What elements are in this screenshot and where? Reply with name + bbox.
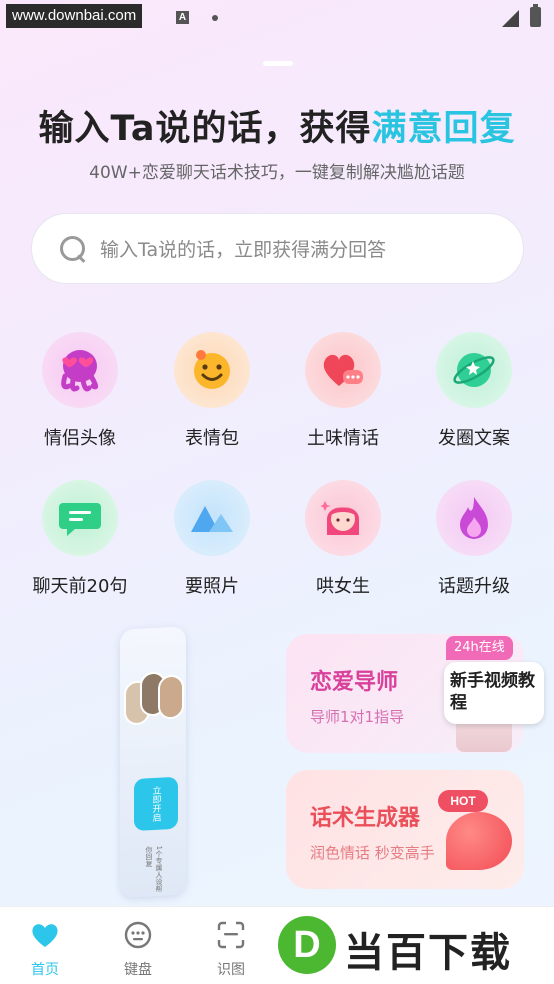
smiley-icon [174, 332, 250, 408]
tab-image-recognition[interactable]: 识图 [186, 907, 276, 984]
card-subtitle: 润色情话 秒变高手 [310, 844, 435, 862]
search-icon [58, 234, 88, 264]
grid-item-moments-copy[interactable]: 发圈文案 [409, 332, 539, 462]
tab-label: 键盘 [124, 962, 152, 978]
grid-label: 发圈文案 [438, 428, 510, 449]
grid-item-ask-photos[interactable]: 要照片 [147, 480, 277, 610]
search-input[interactable]: 输入Ta说的话，立即获得满分回答 [31, 213, 524, 284]
tutorial-button[interactable]: 新手视频教程 [444, 662, 544, 724]
grid-item-stickers[interactable]: 表情包 [147, 332, 277, 462]
avatar [158, 674, 184, 720]
page-subtitle: 40W+恋爱聊天话术技巧，一键复制解决尴尬话题 [89, 163, 465, 183]
grid-label: 哄女生 [316, 576, 370, 597]
title-accent: 满意回复 [371, 109, 516, 149]
hot-badge: HOT [438, 790, 488, 812]
card-subtitle: 导师1对1指导 [310, 708, 405, 726]
tab-label: 识图 [217, 962, 245, 978]
drag-handle[interactable] [263, 61, 293, 66]
title-main: 输入Ta说的话，获得 [38, 109, 372, 149]
start-button[interactable]: 立即开启 [134, 776, 178, 831]
watermark-logo: D 当百下载 [274, 910, 554, 984]
watermark-logo-text: 当百下载 [344, 930, 512, 976]
message-icon [42, 480, 118, 556]
scan-icon [217, 921, 245, 949]
promo-note: 1个专属人设帮你回复 [145, 845, 163, 893]
keyboard-icon [124, 921, 152, 949]
tab-label: 首页 [31, 962, 59, 978]
status-bar: www.downbai.com A [0, 0, 554, 34]
chat-heart-icon [305, 332, 381, 408]
search-placeholder: 输入Ta说的话，立即获得满分回答 [100, 239, 387, 261]
card-title: 话术生成器 [310, 806, 421, 831]
octopus-icon [42, 332, 118, 408]
signal-icon [502, 10, 519, 27]
grid-item-coax-girls[interactable]: 哄女生 [278, 480, 408, 610]
card-title: 恋爱导师 [310, 670, 399, 695]
heart-icon [32, 924, 58, 947]
flame-icon [436, 480, 512, 556]
page-title: 输入Ta说的话，获得满意回复 [0, 100, 554, 151]
notification-a-icon: A [176, 11, 189, 24]
watermark-url: www.downbai.com [6, 4, 143, 28]
promo-phone-card[interactable]: 立即开启 1个专属人设帮你回复 [120, 626, 186, 898]
online-badge: 24h在线 [446, 636, 513, 660]
speech-bubble-icon [446, 812, 512, 870]
grid-label: 土味情话 [307, 428, 379, 449]
watermark-logo-letter: D [278, 916, 336, 974]
grid-item-cheesy-lines[interactable]: 土味情话 [278, 332, 408, 462]
notification-dot-icon [212, 15, 218, 21]
tab-home[interactable]: 首页 [0, 907, 90, 984]
mountain-icon [174, 480, 250, 556]
grid-label: 要照片 [185, 576, 239, 597]
battery-icon [530, 4, 541, 27]
grid-label: 聊天前20句 [32, 576, 128, 597]
grid-label: 情侣头像 [44, 428, 116, 449]
grid-item-topic-upgrade[interactable]: 话题升级 [409, 480, 539, 610]
grid-item-couple-avatar[interactable]: 情侣头像 [15, 332, 145, 462]
tab-keyboard[interactable]: 键盘 [93, 907, 183, 984]
globe-icon [436, 332, 512, 408]
grid-item-first-20-lines[interactable]: 聊天前20句 [15, 480, 145, 610]
grid-label: 话题升级 [438, 576, 510, 597]
girl-icon [305, 480, 381, 556]
grid-label: 表情包 [185, 428, 239, 449]
